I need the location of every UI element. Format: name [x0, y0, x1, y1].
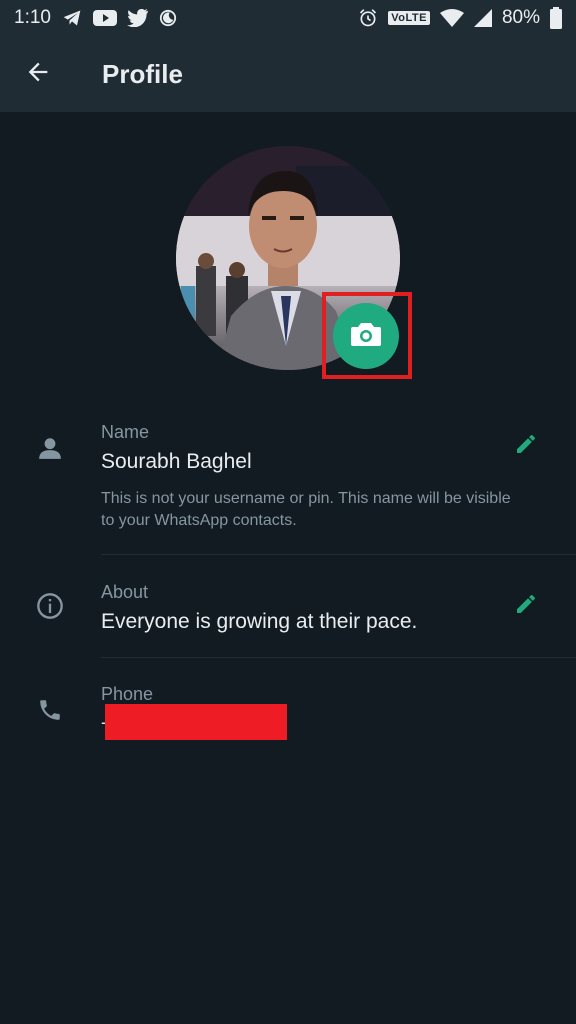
about-label: About [101, 582, 149, 602]
volte-icon: VoLTE [388, 11, 430, 25]
divider [101, 554, 576, 555]
phone-row: Phone [0, 672, 576, 752]
pencil-icon [514, 432, 538, 461]
status-bar: 1:10 VoLTE 80% [0, 0, 576, 36]
name-label: Name [101, 422, 150, 442]
app-bar: Profile [0, 36, 576, 112]
wifi-icon [439, 9, 464, 27]
about-value: Everyone is growing at their pace. [101, 610, 418, 633]
about-row[interactable]: About Everyone is growing at their pace. [0, 570, 576, 658]
person-icon [32, 430, 68, 466]
highlight-box [322, 292, 412, 379]
youtube-icon [92, 9, 117, 27]
divider [101, 657, 576, 658]
telegram-icon [61, 8, 83, 28]
signal-icon [473, 9, 492, 27]
edit-about-button[interactable] [508, 588, 544, 624]
pencil-icon [514, 592, 538, 621]
battery-percent: 80% [501, 7, 540, 28]
alarm-icon [358, 8, 378, 28]
name-hint: This is not your username or pin. This n… [101, 490, 511, 529]
phone-label: Phone [101, 684, 154, 704]
page-title: Profile [102, 58, 183, 89]
redaction-box [105, 704, 287, 740]
twitter-icon [127, 9, 149, 27]
name-row[interactable]: Name Sourabh Baghel This is not your use… [0, 410, 576, 555]
edit-name-button[interactable] [508, 428, 544, 464]
arrow-left-icon [24, 58, 52, 91]
info-icon [32, 588, 68, 624]
battery-icon [550, 7, 562, 29]
moon-icon [159, 9, 177, 27]
status-time: 1:10 [14, 7, 51, 28]
phone-icon [32, 692, 68, 728]
back-button[interactable] [0, 36, 76, 112]
name-value: Sourabh Baghel [101, 450, 252, 473]
